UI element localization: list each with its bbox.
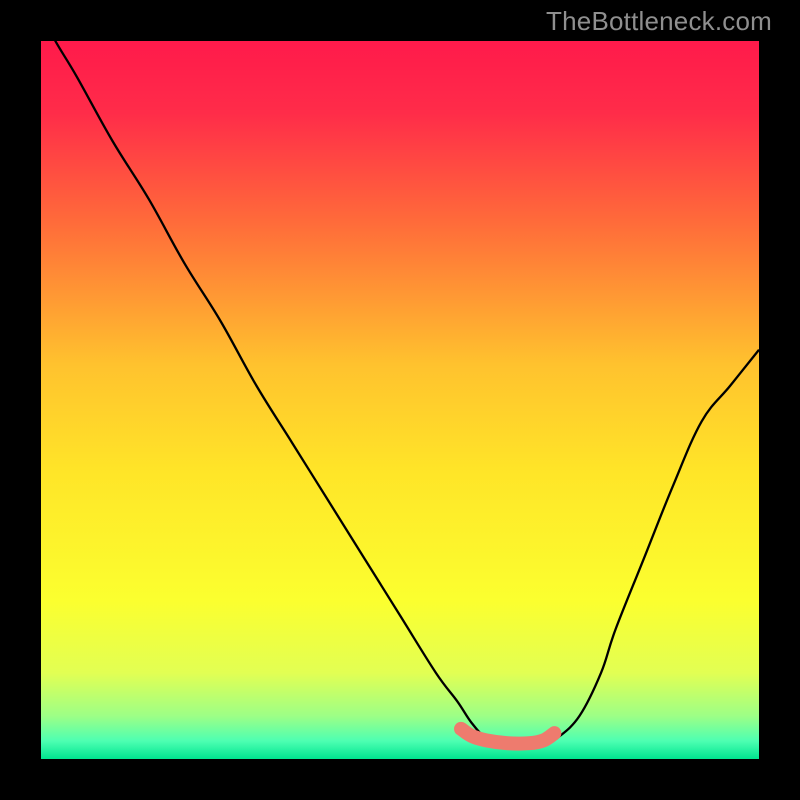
plot-area xyxy=(41,41,759,759)
optimal-marker xyxy=(455,723,467,735)
chart-frame: TheBottleneck.com xyxy=(0,0,800,800)
chart-svg xyxy=(41,41,759,759)
gradient-background xyxy=(41,41,759,759)
watermark-label: TheBottleneck.com xyxy=(546,6,772,37)
